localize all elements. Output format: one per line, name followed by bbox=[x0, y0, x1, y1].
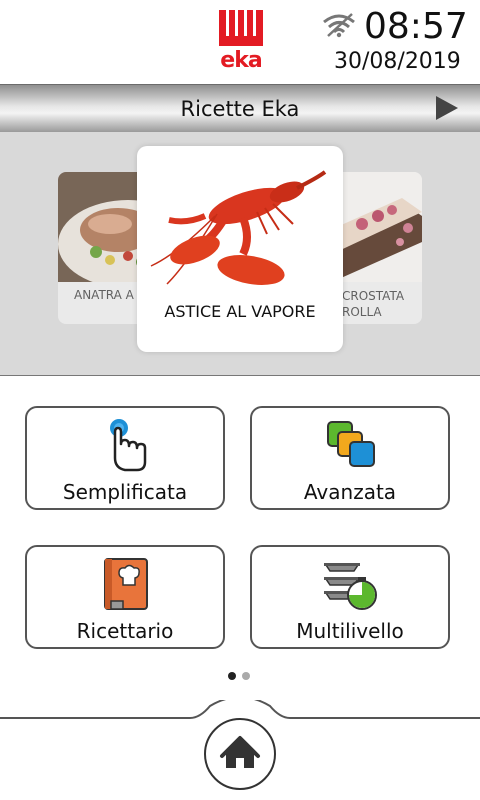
multilivello-button[interactable]: Multilivello bbox=[250, 545, 450, 649]
page-title: Ricette Eka bbox=[180, 97, 300, 121]
title-bar: Ricette Eka bbox=[0, 84, 480, 132]
page-dot-active bbox=[228, 672, 236, 680]
recipe-label: CROSTATA ROLLA bbox=[342, 288, 404, 320]
multilivello-label: Multilivello bbox=[296, 619, 404, 643]
status-bar: eka 08:57 30/08/2019 bbox=[0, 0, 480, 82]
play-arrow-icon[interactable] bbox=[434, 95, 460, 121]
date: 30/08/2019 bbox=[334, 49, 461, 74]
page-indicator bbox=[228, 672, 258, 682]
recipe-book-icon bbox=[104, 558, 148, 610]
home-button[interactable] bbox=[204, 718, 276, 790]
avanzata-label: Avanzata bbox=[303, 480, 397, 504]
home-icon bbox=[220, 736, 260, 768]
semplificata-label: Semplificata bbox=[62, 480, 188, 504]
brand-name: eka bbox=[220, 48, 262, 73]
multilevel-trays-icon bbox=[324, 563, 377, 610]
bottom-bar bbox=[0, 700, 480, 800]
wifi-off-icon bbox=[323, 13, 355, 38]
touch-hand-icon bbox=[110, 419, 147, 472]
recipe-card-astice[interactable]: ASTICE AL VAPORE bbox=[137, 146, 343, 352]
ricettario-button[interactable]: Ricettario bbox=[25, 545, 225, 649]
recipe-label: ASTICE AL VAPORE bbox=[164, 302, 316, 321]
eka-logo: eka bbox=[217, 10, 265, 73]
clock: 08:57 bbox=[364, 6, 468, 47]
recipe-label-line2: ROLLA bbox=[342, 305, 382, 319]
recipe-label-line1: CROSTATA bbox=[342, 289, 405, 303]
page-dot bbox=[242, 672, 250, 680]
recipe-label: ANATRA A bbox=[74, 288, 134, 302]
avanzata-button[interactable]: Avanzata bbox=[250, 406, 450, 510]
ricettario-label: Ricettario bbox=[76, 619, 174, 643]
semplificata-button[interactable]: Semplificata bbox=[25, 406, 225, 510]
lobster-image bbox=[150, 170, 327, 285]
layers-icon bbox=[327, 421, 375, 467]
recipe-carousel[interactable]: ANATRA A CROSTATA ROLLA ASTICE AL VAPORE bbox=[0, 132, 480, 376]
